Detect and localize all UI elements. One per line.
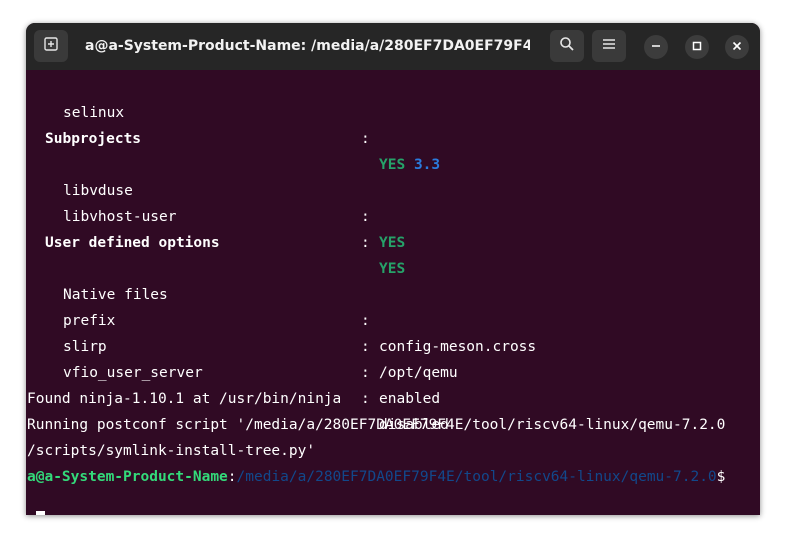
option-row: Native files : config-meson.cross <box>63 256 536 355</box>
window-title: a@a-System-Product-Name: /media/a/280EF7… <box>85 38 530 54</box>
config-colon: : <box>361 131 370 147</box>
version-value: 3.3 <box>413 157 441 173</box>
terminal-window: a@a-System-Product-Name: /media/a/280EF7… <box>26 23 760 515</box>
config-colon: : <box>361 391 370 407</box>
minimize-icon <box>651 38 661 56</box>
minimize-button[interactable] <box>644 35 668 59</box>
selinux-row: selinux : YES 3.3 <box>63 74 440 173</box>
subprojects-heading: Subprojects <box>45 131 142 147</box>
prompt-colon: : <box>227 469 237 485</box>
prompt-symbol: $ <box>716 469 726 485</box>
yes-value: YES <box>379 261 406 277</box>
search-icon <box>559 36 575 57</box>
maximize-icon <box>692 38 702 56</box>
user-options-heading: User defined options <box>45 235 220 251</box>
hamburger-menu-icon <box>602 37 616 55</box>
option-row: slirp : enabled <box>63 308 440 407</box>
config-colon: : <box>361 339 370 355</box>
postconf-line: Running postconf script '/media/a/280EF7… <box>27 417 726 433</box>
new-tab-icon <box>43 36 59 57</box>
postconf-line-continued: /scripts/symlink-install-tree.py' <box>27 443 316 459</box>
config-value: config-meson.cross <box>379 339 537 355</box>
subproject-row: libvhost-user : YES <box>63 178 405 277</box>
maximize-button[interactable] <box>685 35 709 59</box>
config-colon: : <box>361 235 370 251</box>
shell-prompt: a@a-System-Product-Name:/media/a/280EF7D… <box>27 464 725 490</box>
search-button[interactable] <box>550 30 584 62</box>
config-colon: : <box>361 209 370 225</box>
prompt-path: /media/a/280EF7DA0EF79F4E/tool/riscv64-l… <box>236 469 717 485</box>
option-row: prefix : /opt/qemu <box>63 282 458 381</box>
new-tab-button[interactable] <box>34 30 68 62</box>
config-label: vfio_user_server <box>63 365 203 381</box>
option-row: vfio_user_server : disabled <box>63 334 449 433</box>
subproject-row: libvduse : YES <box>63 152 405 251</box>
config-value: YES 3.3 <box>379 152 440 178</box>
found-ninja-line: Found ninja-1.10.1 at /usr/bin/ninja <box>27 391 342 407</box>
yes-value: YES <box>379 235 406 251</box>
menu-button[interactable] <box>592 30 626 62</box>
config-value: /opt/qemu <box>379 365 458 381</box>
yes-value: YES <box>379 157 406 173</box>
config-value: enabled <box>379 391 441 407</box>
config-colon: : <box>361 313 370 329</box>
text-cursor <box>36 511 45 515</box>
close-icon <box>732 38 742 56</box>
config-colon: : <box>361 365 370 381</box>
terminal-output[interactable]: selinux : YES 3.3 Subprojects libvduse :… <box>26 70 760 515</box>
prompt-user: a@a-System-Product-Name <box>27 469 228 485</box>
close-button[interactable] <box>725 35 749 59</box>
config-label: libvhost-user <box>63 209 177 225</box>
config-label: selinux <box>63 105 125 121</box>
title-bar: a@a-System-Product-Name: /media/a/280EF7… <box>26 23 760 70</box>
